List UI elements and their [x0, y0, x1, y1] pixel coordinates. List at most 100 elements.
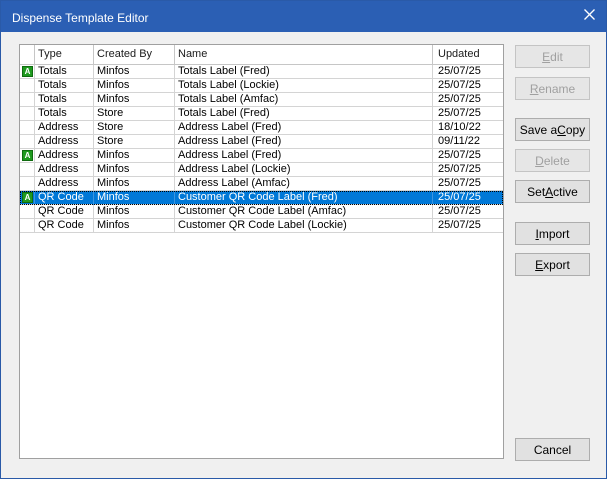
column-header-updated[interactable]: Updated: [433, 45, 501, 65]
edit-button[interactable]: Edit: [515, 45, 590, 68]
name-cell: Totals Label (Fred): [175, 107, 433, 121]
name-cell: Totals Label (Amfac): [175, 93, 433, 107]
table-row[interactable]: QR Code Minfos Customer QR Code Label (Amf…: [20, 205, 503, 219]
close-icon: [583, 8, 595, 20]
button-label-pre: Set: [527, 184, 546, 199]
table-row[interactable]: Address Store Address Label (Fred) 09/11/22: [20, 135, 503, 149]
active-cell: [20, 79, 35, 93]
updated-cell: 18/10/22: [438, 121, 481, 133]
grid-header: Type Created By Name Updated: [20, 45, 503, 65]
created-by-cell: Minfos: [94, 149, 175, 163]
button-label-post: ename: [538, 81, 576, 96]
button-label-pre: Save a: [519, 122, 558, 137]
active-cell: [20, 107, 35, 121]
created-by-cell: Minfos: [94, 65, 175, 79]
active-cell: [20, 163, 35, 177]
column-header-created-by[interactable]: Created By: [94, 45, 175, 65]
type-cell: Address: [35, 149, 94, 163]
button-label-post: xport: [543, 257, 570, 272]
name-cell: Address Label (Fred): [175, 121, 433, 135]
button-label-mnemonic: E: [535, 257, 544, 272]
set-active-button[interactable]: Set Active: [515, 180, 590, 203]
button-label-post: ctive: [553, 184, 578, 199]
name-cell: Totals Label (Fred): [175, 65, 433, 79]
rename-button[interactable]: Rename: [515, 77, 590, 100]
updated-cell: 25/07/25: [438, 219, 481, 231]
template-grid[interactable]: Type Created By Name Updated A Totals Minf…: [19, 44, 504, 459]
name-cell: Address Label (Amfac): [175, 177, 433, 191]
created-by-cell: Minfos: [94, 79, 175, 93]
active-cell: A: [20, 149, 35, 163]
table-row[interactable]: A Totals Minfos Totals Label (Fred) 25/07/25: [20, 65, 503, 79]
button-label-mnemonic: E: [542, 49, 551, 64]
type-cell: QR Code: [35, 219, 94, 233]
name-cell: Address Label (Fred): [175, 135, 433, 149]
name-cell: Address Label (Lockie): [175, 163, 433, 177]
delete-button[interactable]: Delete: [515, 149, 590, 172]
updated-cell: 25/07/25: [438, 93, 481, 105]
active-cell: [20, 205, 35, 219]
button-label-post: opy: [565, 122, 586, 137]
active-cell: [20, 219, 35, 233]
type-cell: Totals: [35, 93, 94, 107]
created-by-cell: Store: [94, 121, 175, 135]
type-cell: QR Code: [35, 205, 94, 219]
active-template-icon: A: [22, 66, 33, 77]
created-by-cell: Minfos: [94, 93, 175, 107]
type-cell: Totals: [35, 65, 94, 79]
name-cell: Customer QR Code Label (Fred): [175, 191, 433, 205]
import-button[interactable]: Import: [515, 222, 590, 245]
export-button[interactable]: Export: [515, 253, 590, 276]
table-row[interactable]: QR Code Minfos Customer QR Code Label (Loc…: [20, 219, 503, 233]
updated-cell: 09/11/22: [438, 135, 481, 147]
table-row[interactable]: Totals Minfos Totals Label (Lockie) 25/07/2…: [20, 79, 503, 93]
cancel-button[interactable]: Cancel: [515, 438, 590, 461]
save-a-copy-button[interactable]: Save a Copy: [515, 118, 590, 141]
updated-cell: 25/07/25: [438, 177, 481, 189]
created-by-cell: Store: [94, 107, 175, 121]
active-cell: [20, 177, 35, 191]
created-by-cell: Minfos: [94, 191, 175, 205]
button-label-mnemonic: A: [545, 184, 554, 199]
type-cell: QR Code: [35, 191, 94, 205]
table-row[interactable]: Address Minfos Address Label (Amfac) 25/07/…: [20, 177, 503, 191]
name-cell: Address Label (Fred): [175, 149, 433, 163]
button-label-mnemonic: C: [557, 122, 566, 137]
button-label-post: dit: [550, 49, 563, 64]
column-header-active[interactable]: [20, 45, 35, 65]
button-label-mnemonic: D: [535, 153, 544, 168]
created-by-cell: Minfos: [94, 205, 175, 219]
table-row[interactable]: Address Minfos Address Label (Lockie) 25/07…: [20, 163, 503, 177]
updated-cell: 25/07/25: [438, 107, 481, 119]
dispense-template-editor-window: Dispense Template Editor Type Created By…: [0, 0, 607, 479]
table-row[interactable]: Totals Store Totals Label (Fred) 25/07/25: [20, 107, 503, 121]
active-cell: A: [20, 65, 35, 79]
button-label-mnemonic: R: [529, 81, 539, 96]
updated-cell: 25/07/25: [438, 65, 481, 77]
active-template-icon: A: [22, 150, 33, 161]
type-cell: Totals: [35, 79, 94, 93]
type-cell: Address: [35, 163, 94, 177]
button-label-pre: Cancel: [533, 442, 572, 457]
table-row[interactable]: A QR Code Minfos Customer QR Code Label (Fr…: [20, 191, 503, 205]
close-button[interactable]: [572, 1, 606, 27]
button-label-post: elete: [543, 153, 570, 168]
type-cell: Address: [35, 177, 94, 191]
created-by-cell: Minfos: [94, 163, 175, 177]
button-label-post: mport: [538, 226, 570, 241]
window-title: Dispense Template Editor: [12, 11, 149, 25]
column-header-type[interactable]: Type: [35, 45, 94, 65]
table-row[interactable]: A Address Minfos Address Label (Fred) 25/07/…: [20, 149, 503, 163]
column-header-name[interactable]: Name: [175, 45, 433, 65]
name-cell: Customer QR Code Label (Lockie): [175, 219, 433, 233]
type-cell: Address: [35, 121, 94, 135]
updated-cell: 25/07/25: [438, 205, 481, 217]
grid-rows: A Totals Minfos Totals Label (Fred) 25/07/25…: [20, 65, 503, 233]
created-by-cell: Minfos: [94, 219, 175, 233]
table-row[interactable]: Address Store Address Label (Fred) 18/10/22: [20, 121, 503, 135]
active-cell: [20, 93, 35, 107]
updated-cell: 25/07/25: [438, 163, 481, 175]
table-row[interactable]: Totals Minfos Totals Label (Amfac) 25/07/25: [20, 93, 503, 107]
title-bar[interactable]: Dispense Template Editor: [1, 1, 606, 32]
created-by-cell: Minfos: [94, 177, 175, 191]
